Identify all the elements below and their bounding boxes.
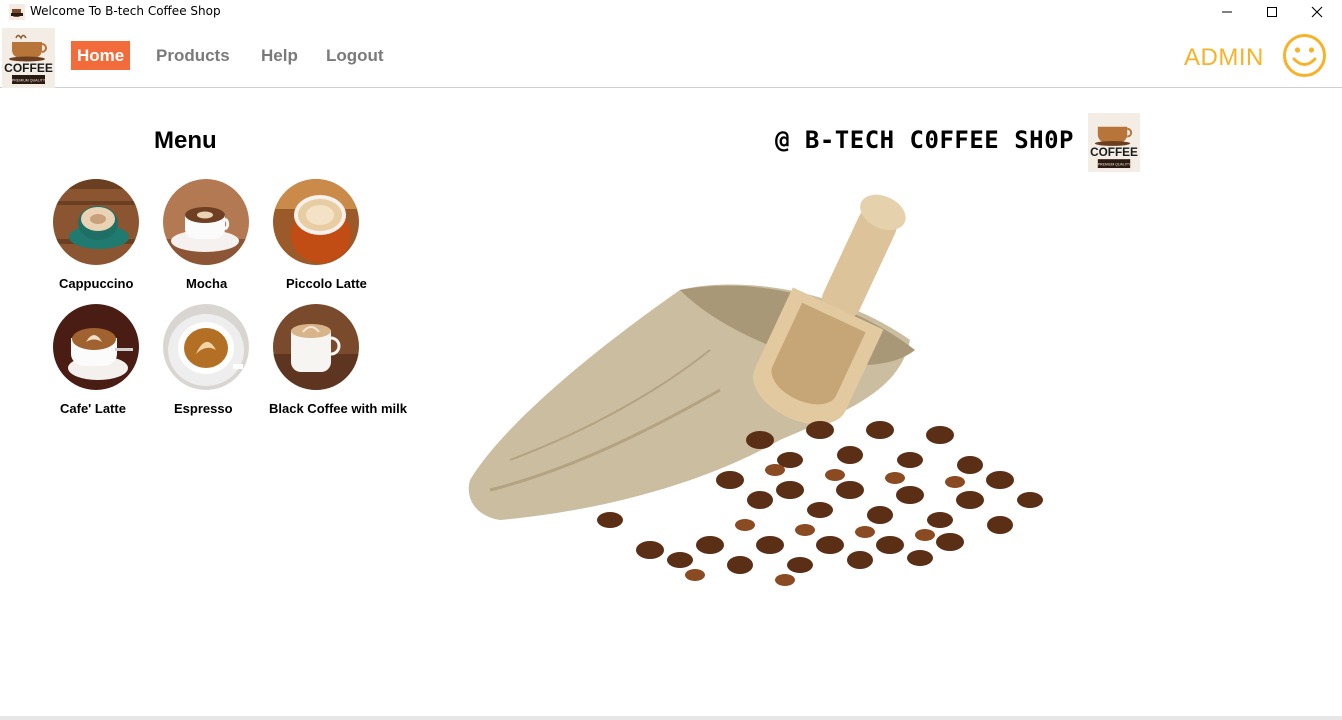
coffee-logo: COFFEE PREMIUM QUALITY (2, 28, 55, 88)
nav-help[interactable]: Help (261, 41, 298, 71)
maximize-button[interactable] (1249, 0, 1295, 24)
title-bar: Welcome To B-tech Coffee Shop (0, 0, 1342, 24)
mocha-image[interactable] (163, 179, 249, 265)
menu-item-label: Cappuccino (59, 276, 134, 291)
black-coffee-with-milk-image[interactable] (273, 304, 359, 390)
logo-text: COFFEE (4, 61, 53, 75)
maximize-icon (1267, 7, 1277, 17)
close-icon (1311, 6, 1323, 18)
smiley-icon[interactable] (1282, 33, 1327, 78)
coffee-app-icon (9, 4, 25, 20)
menu-item-label: Mocha (186, 276, 228, 291)
close-button[interactable] (1294, 0, 1340, 24)
shop-logo: COFFEE PREMIUM QUALITY (1088, 113, 1140, 172)
menu-item-label: Piccolo Latte (286, 276, 367, 291)
window-title: Welcome To B-tech Coffee Shop (30, 4, 221, 18)
user-name: ADMIN (1184, 44, 1264, 71)
shop-logo-text: COFFEE (1090, 146, 1138, 159)
minimize-icon (1222, 11, 1232, 13)
minimize-button[interactable] (1204, 0, 1250, 24)
coffee-beans-sack-image (468, 194, 1043, 586)
cappuccino-image[interactable] (53, 179, 139, 265)
nav-home[interactable]: Home (71, 41, 131, 70)
nav-logout[interactable]: Logout (326, 41, 384, 71)
cafe-latte-image[interactable] (53, 304, 139, 390)
menu-item-label: Cafe' Latte (60, 401, 126, 416)
nav-products[interactable]: Products (156, 41, 230, 71)
bottom-edge (0, 716, 1342, 720)
logo-subtext: PREMIUM QUALITY (12, 79, 46, 83)
menu-heading: Menu (154, 127, 217, 154)
menu-item-label: Black Coffee with milk (269, 401, 407, 416)
shop-logo-subtext: PREMIUM QUALITY (1098, 163, 1131, 167)
menu-item-label: Espresso (174, 401, 233, 416)
piccolo-latte-image[interactable] (273, 179, 359, 265)
espresso-image[interactable] (163, 304, 249, 390)
nav-bar: COFFEE PREMIUM QUALITY Home Products Hel… (0, 24, 1342, 88)
shop-title: @ B-TECH C0FFEE SH0P (775, 126, 1074, 154)
